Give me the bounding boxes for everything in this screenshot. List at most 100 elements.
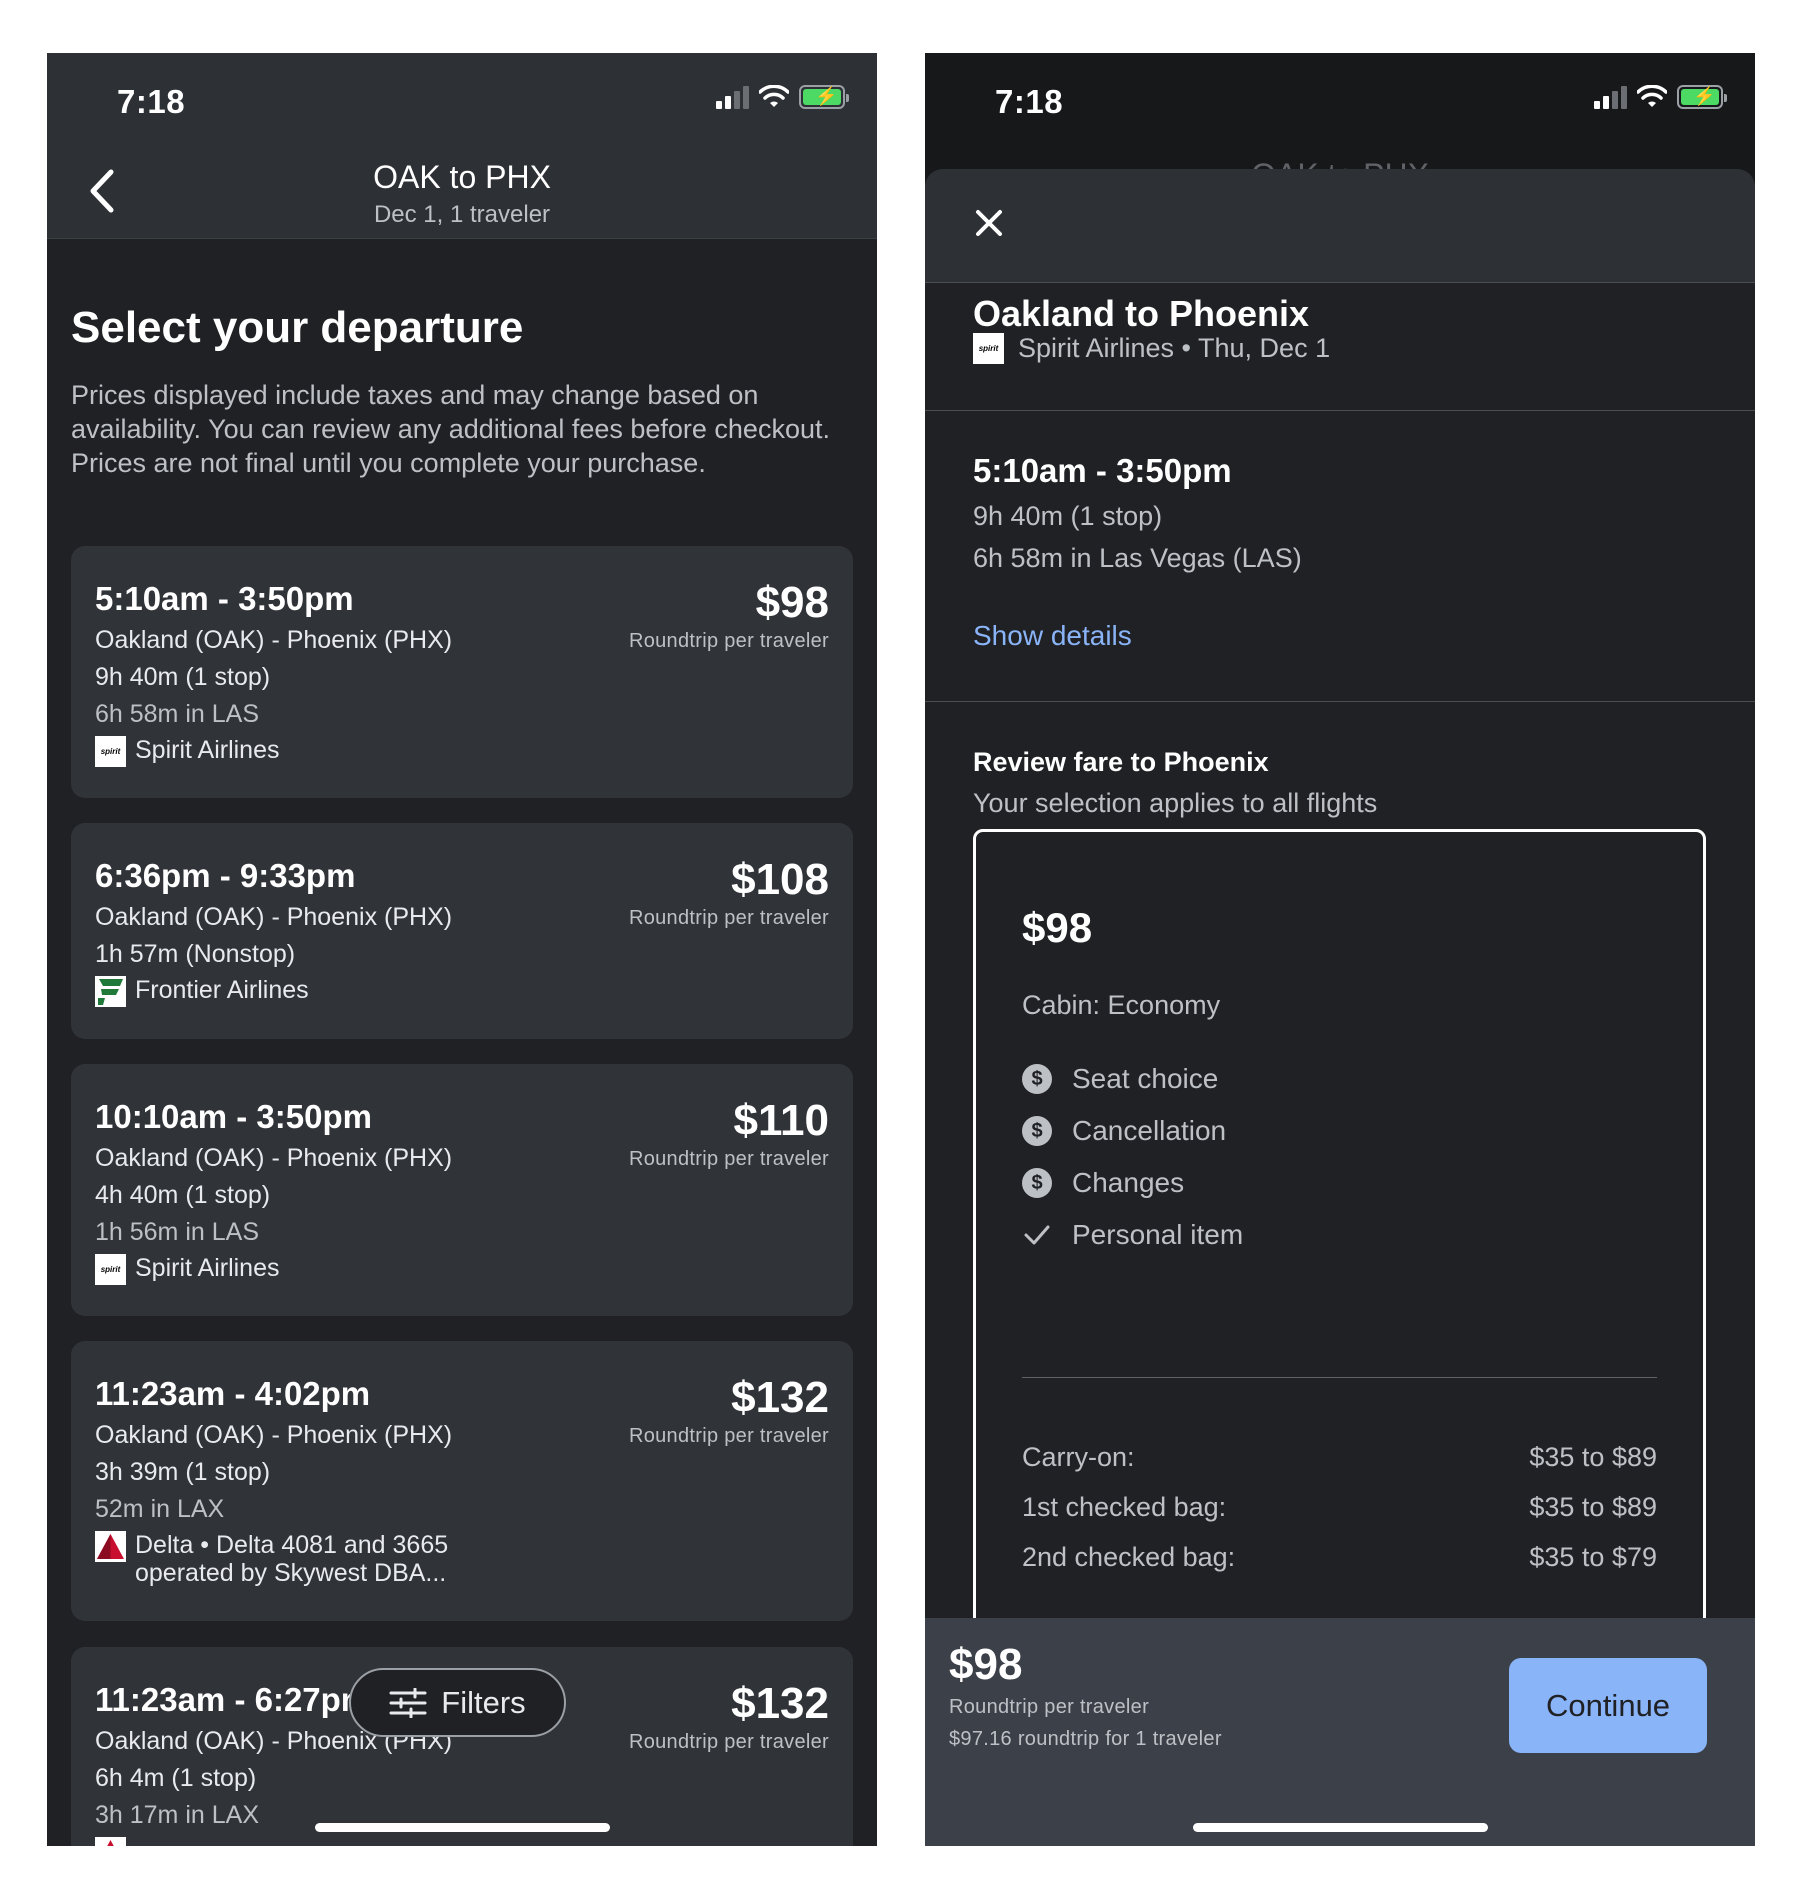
- price-note: Roundtrip per traveler: [628, 1148, 829, 1170]
- status-bar: 7:18 ⚡: [47, 53, 877, 153]
- bag-fee-label: 2nd checked bag:: [1022, 1542, 1236, 1572]
- bag-fee-value: $35 to $89: [1529, 1492, 1657, 1522]
- status-time: 7:18: [995, 83, 1064, 120]
- cellular-signal-icon: [716, 85, 749, 109]
- flight-route: Oakland (OAK) - Phoenix (PHX): [95, 626, 453, 654]
- flight-times: 11:23am - 6:27pm: [95, 1681, 371, 1718]
- total-price: $98: [949, 1640, 1023, 1689]
- airline-operator: operated by Skywest DBA...: [135, 1559, 447, 1587]
- home-indicator[interactable]: [315, 1823, 610, 1832]
- flight-layover: 6h 58m in Las Vegas (LAS): [973, 543, 1302, 573]
- fare-option-card[interactable]: $98 Cabin: Economy $ Seat choice $ Cance…: [973, 829, 1706, 1729]
- flight-card[interactable]: 5:10am - 3:50pm Oakland (OAK) - Phoenix …: [71, 546, 853, 798]
- feature-label: Cancellation: [1072, 1115, 1227, 1146]
- flight-card[interactable]: 11:23am - 4:02pm Oakland (OAK) - Phoenix…: [71, 1341, 853, 1621]
- sheet-header: [925, 169, 1755, 283]
- fare-feature: $ Seat choice: [1022, 1063, 1218, 1095]
- spirit-logo-icon: spirit: [973, 333, 1004, 364]
- airline-row: Delta • Delta 4081 and 3665 operated by …: [95, 1531, 448, 1587]
- fare-sheet: Oakland to Phoenix spirit Spirit Airline…: [925, 169, 1755, 1846]
- flight-times: 5:10am - 3:50pm: [95, 580, 354, 617]
- home-indicator[interactable]: [1193, 1823, 1488, 1832]
- flight-route: Oakland (OAK) - Phoenix (PHX): [95, 1421, 453, 1449]
- price-note: Roundtrip per traveler: [628, 1731, 829, 1753]
- route-title: Oakland to Phoenix: [973, 293, 1310, 334]
- bag-fee-row: 2nd checked bag: $35 to $79: [1022, 1542, 1657, 1573]
- flight-duration: 4h 40m (1 stop): [95, 1181, 271, 1209]
- bag-fee-label: 1st checked bag:: [1022, 1492, 1227, 1522]
- price-disclaimer: Prices displayed include taxes and may c…: [71, 380, 830, 478]
- status-icons: ⚡: [716, 85, 849, 109]
- airline-and-date: Spirit Airlines • Thu, Dec 1: [1018, 333, 1331, 363]
- top-app-bar: 7:18 ⚡ OAK to PHX Dec 1, 1 traveler: [47, 53, 877, 239]
- flight-duration: 1h 57m (Nonstop): [95, 940, 296, 968]
- bag-fee-value: $35 to $89: [1529, 1442, 1657, 1472]
- wifi-icon: [1637, 85, 1667, 107]
- divider: [1022, 1377, 1657, 1378]
- airline-name: Spirit Airlines: [135, 736, 280, 764]
- bag-fee-row: Carry-on: $35 to $89: [1022, 1442, 1657, 1473]
- feature-label: Changes: [1072, 1167, 1185, 1198]
- frontier-logo-icon: [95, 976, 126, 1007]
- flight-card[interactable]: 6:36pm - 9:33pm Oakland (OAK) - Phoenix …: [71, 823, 853, 1039]
- fee-dollar-icon: $: [1022, 1064, 1052, 1094]
- flight-times: 10:10am - 3:50pm: [95, 1098, 372, 1135]
- wifi-icon: [759, 85, 789, 107]
- feature-label: Personal item: [1072, 1219, 1244, 1250]
- close-icon: [976, 210, 1002, 236]
- airline-row: spirit Spirit Airlines: [95, 736, 280, 767]
- checkmark-icon: [1022, 1220, 1052, 1250]
- close-button[interactable]: [969, 203, 1009, 243]
- section-heading: Select your departure: [71, 303, 524, 352]
- bag-fee-row: 1st checked bag: $35 to $89: [1022, 1492, 1657, 1523]
- fare-feature: $ Cancellation: [1022, 1115, 1226, 1147]
- price-note: Roundtrip per traveler: [949, 1696, 1150, 1718]
- airline-row: [95, 1837, 126, 1846]
- fare-cabin: Cabin: Economy: [1022, 990, 1221, 1020]
- flight-route: Oakland (OAK) - Phoenix (PHX): [95, 903, 453, 931]
- review-subtitle: Your selection applies to all flights: [973, 788, 1378, 818]
- flight-layover: 6h 58m in LAS: [95, 700, 259, 728]
- airline-name: Spirit Airlines: [135, 1254, 280, 1282]
- price-note: Roundtrip per traveler: [628, 1425, 829, 1447]
- delta-logo-icon: [95, 1531, 126, 1562]
- battery-charging-icon: ⚡: [1677, 85, 1727, 109]
- fare-price: $98: [1022, 904, 1093, 951]
- fare-review-screen: 7:18 ⚡ OAK to PHX Oakland to Phoenix spi…: [925, 53, 1755, 1846]
- price-note: Roundtrip per traveler: [628, 907, 829, 929]
- divider: [925, 410, 1755, 411]
- fare-feature: Personal item: [1022, 1219, 1243, 1251]
- flight-price: $110: [733, 1096, 829, 1145]
- bag-fee-label: Carry-on:: [1022, 1442, 1135, 1472]
- flight-times: 6:36pm - 9:33pm: [95, 857, 356, 894]
- spirit-logo-icon: spirit: [95, 1254, 126, 1285]
- flight-times: 5:10am - 3:50pm: [973, 452, 1232, 489]
- battery-charging-icon: ⚡: [799, 85, 849, 109]
- cellular-signal-icon: [1594, 85, 1627, 109]
- fare-feature: $ Changes: [1022, 1167, 1184, 1199]
- spirit-logo-icon: spirit: [95, 736, 126, 767]
- flight-card[interactable]: 10:10am - 3:50pm Oakland (OAK) - Phoenix…: [71, 1064, 853, 1316]
- show-details-link[interactable]: Show details: [973, 620, 1132, 652]
- price-note: Roundtrip per traveler: [628, 630, 829, 652]
- delta-logo-icon: [95, 1837, 126, 1846]
- flight-layover: 52m in LAX: [95, 1495, 225, 1523]
- feature-label: Seat choice: [1072, 1063, 1219, 1094]
- continue-button[interactable]: Continue: [1509, 1658, 1707, 1753]
- bag-fee-value: $35 to $79: [1529, 1542, 1657, 1572]
- airline-row: Frontier Airlines: [95, 976, 309, 1007]
- flight-duration: 6h 4m (1 stop): [95, 1764, 257, 1792]
- review-title: Review fare to Phoenix: [973, 747, 1269, 777]
- flight-times: 11:23am - 4:02pm: [95, 1375, 371, 1412]
- flight-route: Oakland (OAK) - Phoenix (PHX): [95, 1144, 453, 1172]
- airline-row: spirit Spirit Airlines: [95, 1254, 280, 1285]
- fee-dollar-icon: $: [1022, 1168, 1052, 1198]
- filters-button[interactable]: Filters: [349, 1668, 566, 1737]
- flight-layover: 3h 17m in LAX: [95, 1801, 259, 1829]
- flight-results-screen: 7:18 ⚡ OAK to PHX Dec 1, 1 traveler Sele…: [47, 53, 877, 1846]
- flight-price: $132: [731, 1373, 829, 1422]
- flight-layover: 1h 56m in LAS: [95, 1218, 259, 1246]
- flight-price: $132: [731, 1679, 829, 1728]
- flight-duration: 9h 40m (1 stop): [973, 501, 1163, 531]
- divider: [925, 701, 1755, 702]
